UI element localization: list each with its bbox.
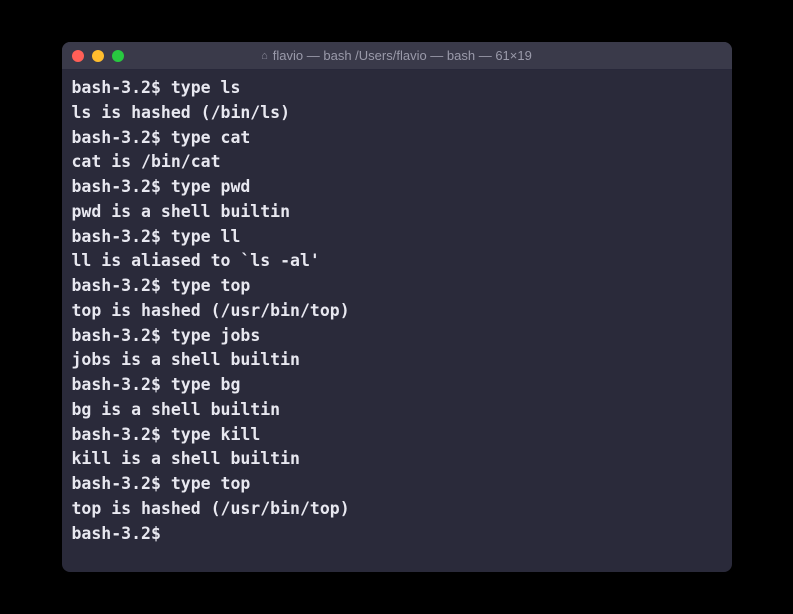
terminal-line: bash-3.2$ type ls: [72, 76, 722, 101]
prompt: bash-3.2$: [72, 78, 171, 97]
terminal-line: top is hashed (/usr/bin/top): [72, 497, 722, 522]
terminal-line: bg is a shell builtin: [72, 398, 722, 423]
terminal-line: bash-3.2$ type kill: [72, 423, 722, 448]
terminal-window: ⌂ flavio — bash /Users/flavio — bash — 6…: [62, 42, 732, 572]
terminal-line: cat is /bin/cat: [72, 150, 722, 175]
prompt: bash-3.2$: [72, 177, 171, 196]
terminal-line: bash-3.2$ type top: [72, 274, 722, 299]
output-text: top is hashed (/usr/bin/top): [72, 301, 350, 320]
output-text: ll is aliased to `ls -al': [72, 251, 320, 270]
terminal-line: bash-3.2$ type top: [72, 472, 722, 497]
minimize-button[interactable]: [92, 50, 104, 62]
prompt: bash-3.2$: [72, 524, 171, 543]
output-text: kill is a shell builtin: [72, 449, 300, 468]
output-text: top is hashed (/usr/bin/top): [72, 499, 350, 518]
terminal-line: ll is aliased to `ls -al': [72, 249, 722, 274]
terminal-line: bash-3.2$: [72, 522, 722, 547]
output-text: ls is hashed (/bin/ls): [72, 103, 291, 122]
prompt: bash-3.2$: [72, 474, 171, 493]
terminal-line: bash-3.2$ type pwd: [72, 175, 722, 200]
output-text: bg is a shell builtin: [72, 400, 281, 419]
command-text: type kill: [171, 425, 260, 444]
titlebar: ⌂ flavio — bash /Users/flavio — bash — 6…: [62, 42, 732, 70]
prompt: bash-3.2$: [72, 375, 171, 394]
command-text: type ll: [171, 227, 241, 246]
window-title-text: flavio — bash /Users/flavio — bash — 61×…: [273, 48, 532, 63]
command-text: type top: [171, 474, 250, 493]
terminal-line: bash-3.2$ type ll: [72, 225, 722, 250]
terminal-line: kill is a shell builtin: [72, 447, 722, 472]
command-text: type jobs: [171, 326, 260, 345]
output-text: pwd is a shell builtin: [72, 202, 291, 221]
prompt: bash-3.2$: [72, 128, 171, 147]
terminal-line: pwd is a shell builtin: [72, 200, 722, 225]
output-text: jobs is a shell builtin: [72, 350, 300, 369]
terminal-body[interactable]: bash-3.2$ type ls ls is hashed (/bin/ls) b…: [62, 70, 732, 572]
prompt: bash-3.2$: [72, 425, 171, 444]
prompt: bash-3.2$: [72, 227, 171, 246]
terminal-line: jobs is a shell builtin: [72, 348, 722, 373]
terminal-line: bash-3.2$ type jobs: [72, 324, 722, 349]
terminal-line: top is hashed (/usr/bin/top): [72, 299, 722, 324]
prompt: bash-3.2$: [72, 326, 171, 345]
terminal-line: bash-3.2$ type cat: [72, 126, 722, 151]
command-text: type top: [171, 276, 250, 295]
maximize-button[interactable]: [112, 50, 124, 62]
traffic-lights: [72, 50, 124, 62]
command-text: type ls: [171, 78, 241, 97]
command-text: type bg: [171, 375, 241, 394]
cursor: [171, 525, 180, 543]
home-icon: ⌂: [261, 50, 268, 62]
terminal-line: bash-3.2$ type bg: [72, 373, 722, 398]
command-text: type cat: [171, 128, 250, 147]
command-text: type pwd: [171, 177, 250, 196]
output-text: cat is /bin/cat: [72, 152, 221, 171]
terminal-line: ls is hashed (/bin/ls): [72, 101, 722, 126]
prompt: bash-3.2$: [72, 276, 171, 295]
close-button[interactable]: [72, 50, 84, 62]
window-title: ⌂ flavio — bash /Users/flavio — bash — 6…: [62, 48, 732, 63]
